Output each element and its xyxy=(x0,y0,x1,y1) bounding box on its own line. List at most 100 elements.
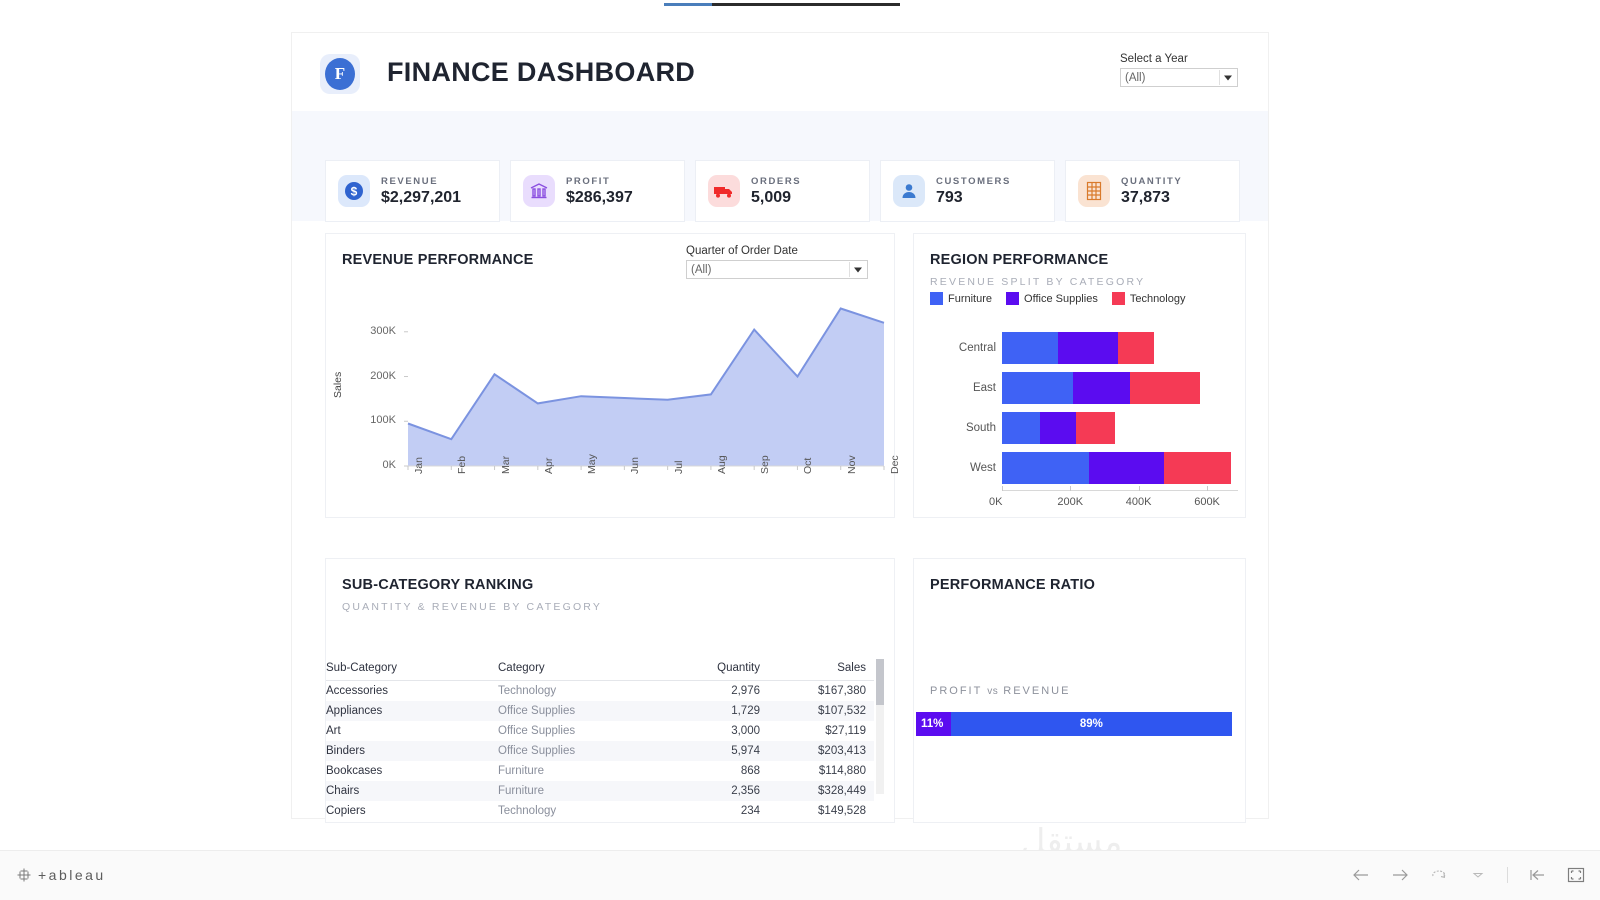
region-label-south: South xyxy=(965,422,996,434)
column-header-subcategory[interactable]: Sub-Category xyxy=(326,659,498,681)
panel-performance-ratio: PERFORMANCE RATIO PROFIT vs REVENUE 11% … xyxy=(913,558,1246,823)
cell-sales: $107,532 xyxy=(768,701,874,721)
cell-category: Technology xyxy=(498,805,557,817)
bar-segment-office-supplies[interactable] xyxy=(1040,412,1076,444)
kpi-card-customers[interactable]: CUSTOMERS 793 xyxy=(880,160,1055,222)
bar-segment-technology[interactable] xyxy=(1164,452,1232,484)
kpi-text: CUSTOMERS 793 xyxy=(936,176,1011,207)
ratio-panel-subtitle: PROFIT vs REVENUE xyxy=(930,685,1070,697)
kpi-value: $2,297,201 xyxy=(381,188,462,206)
table-row[interactable]: Appliances Office Supplies 1,729 $107,532 xyxy=(326,701,874,721)
kpi-card-profit[interactable]: PROFIT $286,397 xyxy=(510,160,685,222)
table-row[interactable]: Binders Office Supplies 5,974 $203,413 xyxy=(326,741,874,761)
column-header-quantity[interactable]: Quantity xyxy=(668,659,768,681)
legend-swatch xyxy=(1006,292,1020,305)
bar-segment-furniture[interactable] xyxy=(1002,332,1059,364)
bar-segment-office-supplies[interactable] xyxy=(1088,452,1165,484)
tableau-mark-icon xyxy=(16,867,32,883)
region-bar-central[interactable] xyxy=(1002,332,1155,364)
table-row[interactable]: Chairs Furniture 2,356 $328,449 xyxy=(326,781,874,801)
cell-category: Furniture xyxy=(498,765,545,777)
cell-subcategory: Binders xyxy=(326,741,498,761)
legend-item-furniture[interactable]: Furniture xyxy=(930,292,992,305)
bar-segment-office-supplies[interactable] xyxy=(1073,372,1131,404)
region-tick-mark xyxy=(1002,486,1003,491)
x-axis-tick: Mar xyxy=(499,455,512,474)
region-label-east: East xyxy=(972,382,996,394)
region-x-tick: 200K xyxy=(1057,496,1084,508)
footer-toolbar xyxy=(1351,865,1586,885)
bar-segment-technology[interactable] xyxy=(1118,332,1155,364)
region-bar-chart[interactable]: Central East South West 0K 200K 400K 600K xyxy=(914,320,1247,519)
x-axis-tick: Nov xyxy=(845,455,858,474)
year-filter-divider xyxy=(1219,70,1220,85)
legend-item-office-supplies[interactable]: Office Supplies xyxy=(1006,292,1098,305)
bar-segment-furniture[interactable] xyxy=(1002,412,1041,444)
region-x-tick: 0K xyxy=(989,496,1003,508)
x-axis-tick: Jul xyxy=(672,460,685,474)
forward-arrow-icon[interactable] xyxy=(1390,865,1410,885)
cell-category: Office Supplies xyxy=(498,741,668,761)
column-header-sales[interactable]: Sales xyxy=(768,659,874,681)
bar-segment-furniture[interactable] xyxy=(1002,372,1074,404)
region-bar-east[interactable] xyxy=(1002,372,1201,404)
scrollbar-thumb[interactable] xyxy=(876,659,884,705)
kpi-label: QUANTITY xyxy=(1121,175,1183,187)
kpi-card-quantity[interactable]: QUANTITY 37,873 xyxy=(1065,160,1240,222)
ratio-segment-profit[interactable]: 11% xyxy=(916,712,951,736)
table-row[interactable]: Bookcases Furniture 868 $114,880 xyxy=(326,761,874,781)
kpi-card-revenue[interactable]: $ REVENUE $2,297,201 xyxy=(325,160,500,222)
region-bar-south[interactable] xyxy=(1002,412,1115,444)
back-arrow-icon[interactable] xyxy=(1351,865,1371,885)
delivery-truck-icon xyxy=(708,175,740,207)
tableau-wordmark: +ableau xyxy=(38,867,106,883)
kpi-text: ORDERS 5,009 xyxy=(751,176,801,207)
y-axis-tick: 300K xyxy=(370,324,396,337)
revenue-area-svg xyxy=(404,307,885,470)
region-tick-mark xyxy=(1070,486,1072,491)
table-row[interactable]: Accessories Technology 2,976 $167,380 xyxy=(326,681,874,702)
subcat-scrollbar[interactable] xyxy=(876,659,884,794)
table-row[interactable]: Copiers Technology 234 $149,528 xyxy=(326,801,874,821)
year-filter: Select a Year (All) xyxy=(1120,53,1240,87)
profit-revenue-bar[interactable]: 11% 89% xyxy=(916,712,1232,736)
region-label-central: Central xyxy=(958,342,996,354)
kpi-card-orders[interactable]: ORDERS 5,009 xyxy=(695,160,870,222)
quarter-filter-divider xyxy=(849,262,850,277)
kpi-row: $ REVENUE $2,297,201 PROFIT $286,397 ORD… xyxy=(325,160,1240,222)
subcat-panel-subtitle: QUANTITY & REVENUE BY CATEGORY xyxy=(342,601,603,613)
quarter-filter-select[interactable]: (All) xyxy=(686,260,868,279)
tableau-logo[interactable]: +ableau xyxy=(16,867,106,883)
column-header-category[interactable]: Category xyxy=(498,659,668,681)
region-tick-mark xyxy=(1207,486,1209,491)
revert-icon[interactable] xyxy=(1429,865,1449,885)
region-bar-west[interactable] xyxy=(1002,452,1232,484)
dashboard-header: F FINANCE DASHBOARD Select a Year (All) xyxy=(292,33,1268,111)
bar-segment-technology[interactable] xyxy=(1130,372,1201,404)
legend-label: Technology xyxy=(1129,292,1186,305)
revert-dropdown-icon[interactable] xyxy=(1468,865,1488,885)
bar-segment-office-supplies[interactable] xyxy=(1058,332,1119,364)
ratio-segment-revenue[interactable]: 89% xyxy=(950,712,1232,736)
reset-icon[interactable] xyxy=(1527,865,1547,885)
fullscreen-icon[interactable] xyxy=(1566,865,1586,885)
finance-logo: F xyxy=(320,54,360,94)
kpi-text: REVENUE $2,297,201 xyxy=(381,176,461,207)
bar-segment-technology[interactable] xyxy=(1075,412,1115,444)
region-legend[interactable]: Furniture Office Supplies Technology xyxy=(930,292,1185,305)
year-filter-select[interactable]: (All) xyxy=(1120,68,1238,87)
y-axis-title: Sales xyxy=(332,371,344,398)
revenue-area-chart[interactable]: Sales 0K 100K 200K 300K Jan Feb Mar Apr May Jun J… xyxy=(326,282,901,519)
bank-icon xyxy=(523,175,555,207)
kpi-label: CUSTOMERS xyxy=(936,175,1011,187)
top-tab-strip xyxy=(0,0,1600,6)
cell-category: Office Supplies xyxy=(498,725,576,737)
x-axis-tick: Sep xyxy=(759,455,772,474)
cell-category: Technology xyxy=(498,685,557,697)
kpi-value: 37,873 xyxy=(1121,188,1170,206)
bar-segment-furniture[interactable] xyxy=(1002,452,1089,484)
subcat-table-wrap[interactable]: Sub-Category Category Quantity Sales Acc… xyxy=(326,659,896,824)
legend-item-technology[interactable]: Technology xyxy=(1111,292,1186,305)
table-row[interactable]: Art Office Supplies 3,000 $27,119 xyxy=(326,721,874,741)
cell-category: Furniture xyxy=(498,781,668,801)
